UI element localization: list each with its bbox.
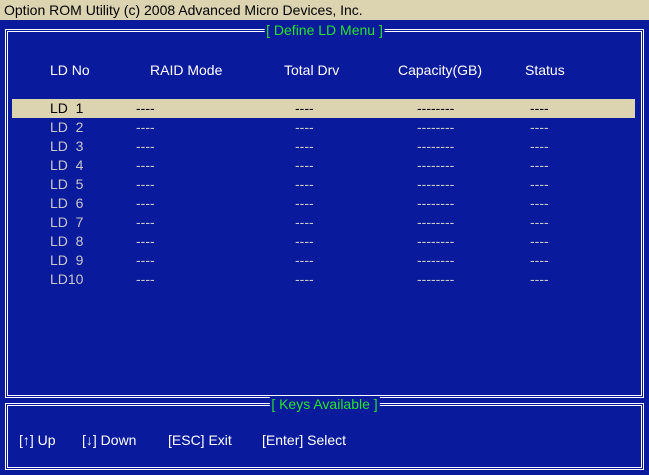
ld-row-5[interactable]: LD 5 ---- ---- -------- ---- <box>12 175 635 194</box>
capacity-cell: -------- <box>417 157 455 173</box>
key-hint-down: [↓] Down <box>82 432 137 448</box>
window-title-bar: Option ROM Utility (c) 2008 Advanced Mic… <box>0 0 649 20</box>
ld-number-cell: LD 6 <box>50 195 84 211</box>
capacity-cell: -------- <box>417 271 455 287</box>
ld-number-cell: LD 3 <box>50 138 84 154</box>
status-cell: ---- <box>530 195 549 211</box>
ld-number-cell: LD10 <box>50 271 84 287</box>
status-cell: ---- <box>530 100 549 116</box>
total-drv-cell: ---- <box>295 271 314 287</box>
key-hint-select: [Enter] Select <box>262 432 347 448</box>
ld-number-cell: LD 7 <box>50 214 84 230</box>
total-drv-cell: ---- <box>295 252 314 268</box>
keys-available-panel: [ Keys Available ] [↑] Up [↓] Down [ESC]… <box>5 396 644 470</box>
raid-mode-cell: ---- <box>136 176 155 192</box>
ld-row-8[interactable]: LD 8 ---- ---- -------- ---- <box>12 232 635 251</box>
ld-number-cell: LD 1 <box>50 100 84 116</box>
total-drv-cell: ---- <box>295 233 314 249</box>
column-header-ld-no: LD No <box>50 62 90 78</box>
status-cell: ---- <box>530 119 549 135</box>
ld-row-4[interactable]: LD 4 ---- ---- -------- ---- <box>12 156 635 175</box>
status-cell: ---- <box>530 252 549 268</box>
ld-number-cell: LD 4 <box>50 157 84 173</box>
ld-number-cell: LD 8 <box>50 233 84 249</box>
ld-row-2[interactable]: LD 2 ---- ---- -------- ---- <box>12 118 635 137</box>
raid-mode-cell: ---- <box>136 214 155 230</box>
total-drv-cell: ---- <box>295 119 314 135</box>
column-header-status: Status <box>525 62 565 78</box>
capacity-cell: -------- <box>417 214 455 230</box>
column-header-total-drv: Total Drv <box>284 62 340 78</box>
column-header-capacity: Capacity(GB) <box>398 62 483 78</box>
define-ld-menu-title: [ Define LD Menu ] <box>264 22 385 38</box>
total-drv-cell: ---- <box>295 195 314 211</box>
define-ld-menu-panel: [ Define LD Menu ] LD No RAID Mode Total… <box>5 22 644 398</box>
ld-number-cell: LD 5 <box>50 176 84 192</box>
status-cell: ---- <box>530 214 549 230</box>
total-drv-cell: ---- <box>295 100 314 116</box>
status-cell: ---- <box>530 176 549 192</box>
total-drv-cell: ---- <box>295 138 314 154</box>
capacity-cell: -------- <box>417 119 455 135</box>
raid-mode-cell: ---- <box>136 233 155 249</box>
ld-row-6[interactable]: LD 6 ---- ---- -------- ---- <box>12 194 635 213</box>
total-drv-cell: ---- <box>295 157 314 173</box>
ld-row-7[interactable]: LD 7 ---- ---- -------- ---- <box>12 213 635 232</box>
total-drv-cell: ---- <box>295 176 314 192</box>
capacity-cell: -------- <box>417 195 455 211</box>
ld-number-cell: LD 9 <box>50 252 84 268</box>
key-hint-up: [↑] Up <box>19 432 56 448</box>
ld-row-3[interactable]: LD 3 ---- ---- -------- ---- <box>12 137 635 156</box>
raid-mode-cell: ---- <box>136 100 155 116</box>
raid-mode-cell: ---- <box>136 271 155 287</box>
column-header-raid-mode: RAID Mode <box>150 62 223 78</box>
ld-row-10[interactable]: LD10 ---- ---- -------- ---- <box>12 270 635 289</box>
status-cell: ---- <box>530 233 549 249</box>
raid-mode-cell: ---- <box>136 195 155 211</box>
raid-mode-cell: ---- <box>136 138 155 154</box>
status-cell: ---- <box>530 157 549 173</box>
raid-mode-cell: ---- <box>136 252 155 268</box>
capacity-cell: -------- <box>417 233 455 249</box>
ld-number-cell: LD 2 <box>50 119 84 135</box>
key-hint-exit: [ESC] Exit <box>168 432 232 448</box>
total-drv-cell: ---- <box>295 214 314 230</box>
window-title: Option ROM Utility (c) 2008 Advanced Mic… <box>4 2 363 18</box>
raid-mode-cell: ---- <box>136 119 155 135</box>
capacity-cell: -------- <box>417 138 455 154</box>
raid-mode-cell: ---- <box>136 157 155 173</box>
status-cell: ---- <box>530 138 549 154</box>
capacity-cell: -------- <box>417 100 455 116</box>
keys-available-title: [ Keys Available ] <box>269 396 380 412</box>
ld-row-9[interactable]: LD 9 ---- ---- -------- ---- <box>12 251 635 270</box>
capacity-cell: -------- <box>417 252 455 268</box>
capacity-cell: -------- <box>417 176 455 192</box>
status-cell: ---- <box>530 271 549 287</box>
ld-row-1[interactable]: LD 1 ---- ---- -------- ---- <box>12 99 635 118</box>
